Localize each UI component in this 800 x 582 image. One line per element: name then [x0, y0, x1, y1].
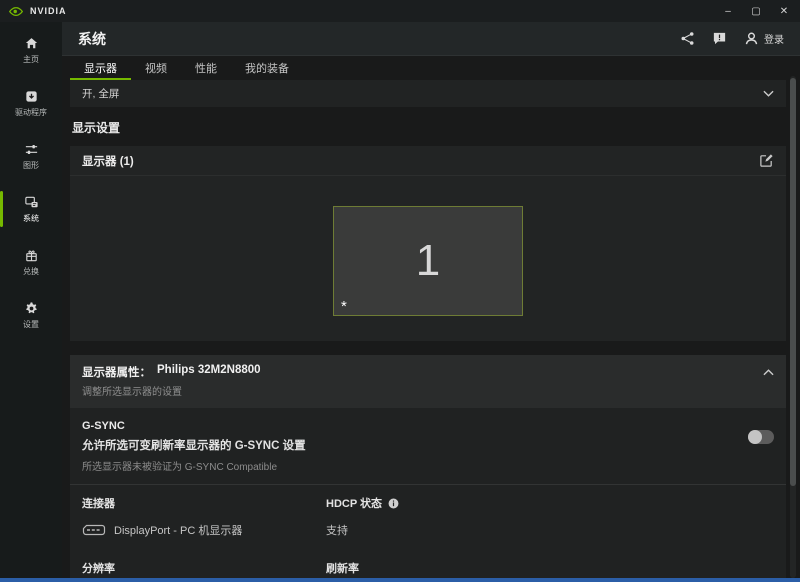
sidebar-item-graphics[interactable]: 图形 — [0, 136, 62, 176]
tab-label: 我的装备 — [245, 63, 289, 75]
connector-field: 连接器 DisplayPort - PC 机显示器 — [82, 495, 326, 538]
sidebar-item-drivers[interactable]: 驱动程序 — [0, 83, 62, 123]
settings-gear-icon — [25, 302, 37, 314]
tab-label: 性能 — [195, 63, 217, 75]
system-monitor-icon — [24, 196, 38, 208]
content-area: 显示器 视频 性能 我的装备 开, 全屏 显示设置 显示器 (1) 1 * 显示… — [62, 56, 800, 578]
display-properties-card: 显示器属性： Philips 32M2N8800 调整所选显示器的设置 G-SY… — [70, 355, 786, 578]
login-label: 登录 — [764, 35, 784, 46]
close-button[interactable]: ✕ — [776, 6, 792, 17]
chevron-down-icon[interactable] — [763, 90, 774, 97]
gsync-note: 所选显示器未被验证为 G-SYNC Compatible — [82, 462, 278, 473]
sidebar-item-label: 主页 — [23, 55, 39, 64]
graphics-sliders-icon — [25, 145, 37, 154]
properties-column-left: 连接器 DisplayPort - PC 机显示器 分辨率 — [82, 495, 326, 578]
resolution-field: 分辨率 3840 x 2160 （本机） — [82, 560, 326, 578]
sidebar-item-label: 设置 — [23, 320, 39, 329]
hdcp-field: HDCP 状态 支持 — [326, 495, 774, 538]
sidebar-item-system[interactable]: 系统 — [0, 189, 62, 229]
primary-display-star: * — [341, 298, 347, 315]
display-settings-heading: 显示设置 — [72, 121, 121, 135]
sidebar: 主页 驱动程序 图形 系统 兑换 设置 — [0, 22, 62, 578]
sidebar-item-redeem[interactable]: 兑换 — [0, 242, 62, 282]
connector-label: 连接器 — [82, 498, 115, 510]
display-properties-body: G-SYNC 允许所选可变刷新率显示器的 G-SYNC 设置 所选显示器未被验证… — [70, 408, 786, 578]
connector-value: DisplayPort - PC 机显示器 — [114, 525, 243, 537]
display-properties-header[interactable]: 显示器属性： Philips 32M2N8800 调整所选显示器的设置 — [70, 355, 786, 408]
nvidia-app-window: NVIDIA – ▢ ✕ 主页 驱动程序 图形 系统 兑换 设置 系统 登录 显… — [0, 0, 800, 582]
monitor-preview-area: 1 * — [70, 206, 786, 341]
gsync-title: G-SYNC — [82, 420, 125, 432]
sidebar-item-label: 图形 — [23, 161, 39, 170]
displayport-icon — [82, 524, 106, 536]
properties-grid: 连接器 DisplayPort - PC 机显示器 分辨率 HDCP 状态 支持… — [82, 485, 774, 578]
share-icon[interactable] — [680, 31, 695, 46]
avatar-icon — [745, 32, 758, 45]
monitor-card-title: 显示器 (1) — [82, 155, 134, 168]
sidebar-item-home[interactable]: 主页 — [0, 30, 62, 70]
home-icon — [25, 38, 37, 49]
chevron-up-icon[interactable] — [763, 369, 774, 376]
properties-column-right: HDCP 状态 支持 刷新率 — [326, 495, 774, 578]
scrollbar-thumb[interactable] — [790, 78, 796, 486]
monitor-card: 显示器 (1) 1 * — [70, 146, 786, 341]
redeem-gift-icon — [25, 250, 37, 262]
window-title: NVIDIA — [30, 6, 67, 16]
sidebar-item-settings[interactable]: 设置 — [0, 295, 62, 335]
window-controls: – ▢ ✕ — [708, 6, 792, 17]
display-properties-header-text: 显示器属性： Philips 32M2N8800 调整所选显示器的设置 — [82, 364, 261, 398]
page-title: 系统 — [78, 30, 106, 47]
collapsed-setting-card[interactable]: 开, 全屏 — [70, 80, 786, 107]
monitor-card-header: 显示器 (1) — [70, 146, 786, 176]
nvidia-logo-icon — [8, 6, 24, 16]
monitor-1-preview[interactable]: 1 * — [333, 206, 523, 316]
edit-icon[interactable] — [759, 153, 774, 168]
monitor-number: 1 — [415, 236, 441, 285]
gsync-toggle[interactable] — [748, 430, 774, 444]
page-header: 系统 登录 — [62, 22, 800, 56]
collapsed-setting-value: 开, 全屏 — [82, 88, 120, 100]
scrollbar-track[interactable] — [790, 76, 796, 578]
hdcp-label: HDCP 状态 — [326, 498, 383, 510]
tab-label: 显示器 — [84, 63, 117, 75]
tab-video[interactable]: 视频 — [131, 56, 181, 80]
tab-label: 视频 — [145, 63, 167, 75]
refresh-rate-label: 刷新率 — [326, 563, 359, 575]
tab-performance[interactable]: 性能 — [181, 56, 231, 80]
gsync-text: G-SYNC 允许所选可变刷新率显示器的 G-SYNC 设置 所选显示器未被验证… — [82, 420, 748, 473]
sidebar-item-label: 驱动程序 — [15, 108, 47, 117]
driver-download-icon — [25, 91, 37, 102]
main-area: 系统 登录 显示器 视频 性能 我的装备 开, 全屏 显示设置 显示器 (1) … — [62, 22, 800, 578]
tab-my-rig[interactable]: 我的装备 — [231, 56, 303, 80]
display-device-name: Philips 32M2N8800 — [157, 364, 261, 376]
connector-value-row: DisplayPort - PC 机显示器 — [82, 522, 326, 538]
display-properties-subtitle: 调整所选显示器的设置 — [82, 387, 182, 398]
gsync-description: 允许所选可变刷新率显示器的 G-SYNC 设置 — [82, 440, 306, 452]
resolution-label: 分辨率 — [82, 563, 115, 575]
feedback-icon[interactable] — [712, 31, 727, 46]
display-properties-title: 显示器属性： — [82, 367, 151, 379]
tab-bar: 显示器 视频 性能 我的装备 — [70, 56, 786, 80]
hdcp-value: 支持 — [326, 525, 348, 537]
sidebar-item-label: 兑换 — [23, 267, 39, 276]
header-actions: 登录 — [680, 31, 784, 46]
toggle-knob — [748, 430, 762, 444]
maximize-button[interactable]: ▢ — [748, 6, 764, 17]
scroll-content: 显示器 视频 性能 我的装备 开, 全屏 显示设置 显示器 (1) 1 * 显示… — [62, 56, 786, 578]
desktop-edge-strip — [0, 578, 800, 582]
login-button[interactable]: 登录 — [744, 31, 784, 46]
minimize-button[interactable]: – — [720, 6, 736, 17]
tab-display[interactable]: 显示器 — [70, 56, 131, 80]
title-bar: NVIDIA – ▢ ✕ — [0, 0, 800, 22]
info-icon[interactable] — [388, 498, 399, 509]
gsync-setting-row: G-SYNC 允许所选可变刷新率显示器的 G-SYNC 设置 所选显示器未被验证… — [82, 408, 774, 473]
refresh-rate-field: 刷新率 240 Hz — [326, 560, 774, 578]
sidebar-item-label: 系统 — [23, 214, 39, 223]
